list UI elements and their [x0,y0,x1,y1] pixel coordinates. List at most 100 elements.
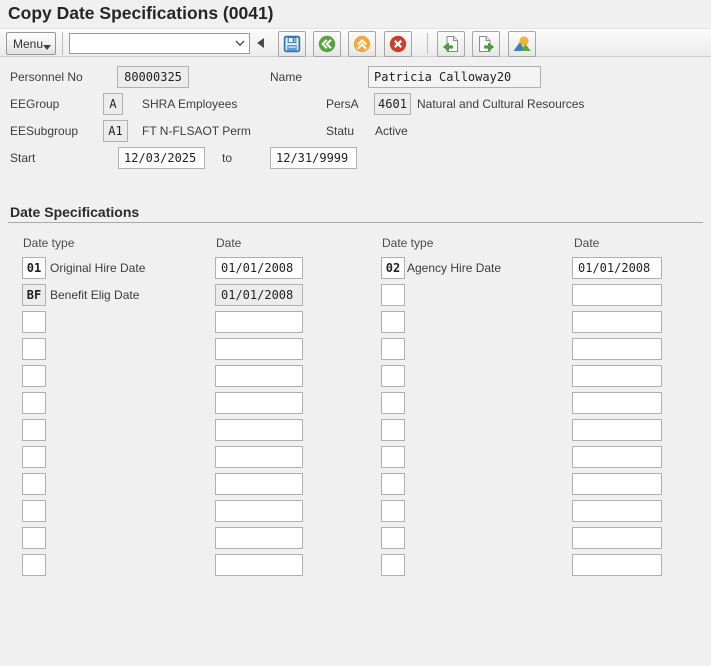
date-type-field-2[interactable] [381,365,405,387]
date-type-field-2[interactable] [381,527,405,549]
column-header-date-type-1: Date type [23,236,74,250]
date-field-2[interactable] [572,419,662,441]
column-header-date-2: Date [574,236,599,250]
date-type-field-1[interactable] [22,338,46,360]
date-type-label-1: Benefit Elig Date [50,288,139,302]
date-type-label-2: Agency Hire Date [407,261,501,275]
ee-group-label: EEGroup [10,97,59,111]
menu-dropdown-icon [43,45,51,50]
date-type-field-2[interactable]: 02 [381,257,405,279]
date-spec-row: 01 Original Hire Date 01/01/2008 02Agency H… [0,257,711,284]
date-field-2[interactable] [572,392,662,414]
toolbar-separator [427,33,428,54]
sap-window: Copy Date Specifications (0041) Menu [0,0,711,666]
date-field-1[interactable] [215,473,303,495]
date-spec-row [0,446,711,473]
date-type-field-2[interactable] [381,311,405,333]
cancel-icon [388,34,408,54]
date-field-1[interactable] [215,338,303,360]
date-type-field-1[interactable] [22,527,46,549]
date-type-field-2[interactable] [381,392,405,414]
date-spec-row [0,311,711,338]
date-type-field-2[interactable] [381,554,405,576]
date-spec-row: BF Benefit Elig Date 01/01/2008 [0,284,711,311]
exit-icon [352,34,372,54]
section-divider [8,222,703,223]
ee-group-field: A [103,93,123,115]
date-type-field-2[interactable] [381,446,405,468]
date-field-2[interactable] [572,500,662,522]
date-field-1[interactable] [215,392,303,414]
date-type-field-2[interactable] [381,419,405,441]
date-field-2[interactable] [572,554,662,576]
date-field-2[interactable] [572,338,662,360]
ee-group-text: SHRA Employees [142,97,237,111]
date-field-2[interactable] [572,527,662,549]
ee-subgroup-label: EESubgroup [10,124,78,138]
date-type-field-1[interactable] [22,500,46,522]
date-type-field-1[interactable] [22,554,46,576]
date-field-2[interactable] [572,284,662,306]
date-field-1: 01/01/2008 [215,284,303,306]
page-title: Copy Date Specifications (0041) [8,3,274,24]
overview-button[interactable] [508,31,536,57]
date-spec-row [0,338,711,365]
toolbar-separator [62,32,63,55]
section-title: Date Specifications [10,204,139,220]
personnel-no-field: 80000325 [117,66,189,88]
date-spec-row [0,527,711,554]
date-spec-row [0,365,711,392]
ee-subgroup-text: FT N-FLSAOT Perm [142,124,251,138]
date-type-field-1[interactable] [22,473,46,495]
personnel-no-label: Personnel No [10,70,83,84]
date-field-1[interactable] [215,500,303,522]
date-type-field-1[interactable] [22,392,46,414]
command-input[interactable] [72,35,231,54]
date-field-1[interactable] [215,311,303,333]
menu-button[interactable]: Menu [6,32,56,55]
date-field-1[interactable] [215,365,303,387]
date-field-1[interactable] [215,554,303,576]
chevron-down-icon[interactable] [235,40,245,47]
date-field-1[interactable] [215,527,303,549]
date-type-label-1: Original Hire Date [50,261,145,275]
end-date-field[interactable]: 12/31/9999 [270,147,357,169]
column-header-date-type-2: Date type [382,236,433,250]
cancel-button[interactable] [384,31,412,57]
command-combobox[interactable] [69,33,250,54]
ee-subgroup-field: A1 [103,120,128,142]
toolbar: Menu [0,28,711,57]
date-field-2[interactable] [572,446,662,468]
overview-icon [512,34,532,54]
status-label: Statu [326,124,354,138]
exit-button[interactable] [348,31,376,57]
date-field-1[interactable]: 01/01/2008 [215,257,303,279]
back-icon [317,34,337,54]
date-type-field-2[interactable] [381,500,405,522]
date-field-2[interactable]: 01/01/2008 [572,257,662,279]
next-record-button[interactable] [472,31,500,57]
date-type-field-2[interactable] [381,284,405,306]
date-spec-row [0,473,711,500]
date-type-field-1[interactable] [22,446,46,468]
date-type-field-1: BF [22,284,46,306]
date-type-field-1[interactable]: 01 [22,257,46,279]
date-field-1[interactable] [215,419,303,441]
name-label: Name [270,70,302,84]
date-field-2[interactable] [572,311,662,333]
collapse-toolbar-icon[interactable] [257,38,264,48]
date-field-1[interactable] [215,446,303,468]
date-type-field-1[interactable] [22,311,46,333]
start-date-field[interactable]: 12/03/2025 [118,147,205,169]
date-spec-row [0,392,711,419]
previous-record-button[interactable] [437,31,465,57]
date-field-2[interactable] [572,473,662,495]
save-button[interactable] [278,31,306,57]
pers-area-label: PersA [326,97,359,111]
date-type-field-2[interactable] [381,473,405,495]
date-type-field-1[interactable] [22,419,46,441]
back-button[interactable] [313,31,341,57]
date-type-field-2[interactable] [381,338,405,360]
date-type-field-1[interactable] [22,365,46,387]
date-field-2[interactable] [572,365,662,387]
